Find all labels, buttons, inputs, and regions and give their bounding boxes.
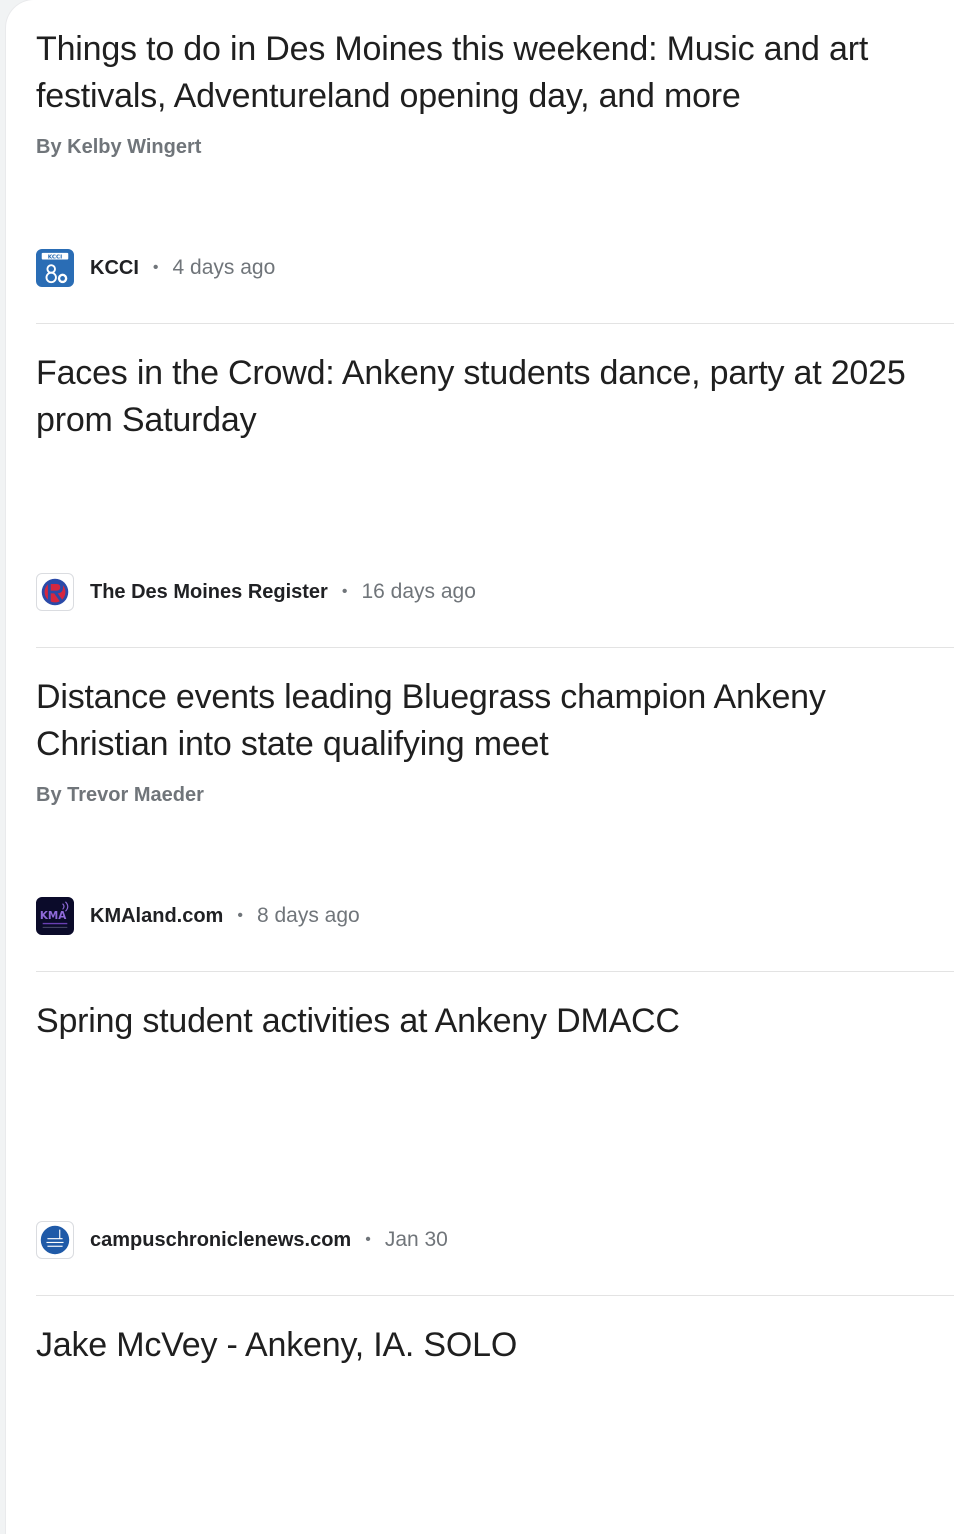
article-source[interactable]: campuschroniclenews.com	[90, 1229, 351, 1252]
favicon-text: KCCI	[48, 255, 63, 261]
article-source[interactable]: KCCI	[90, 257, 139, 280]
article-age: 4 days ago	[172, 256, 276, 279]
kcci-logo-icon: KCCI	[36, 249, 74, 287]
des-moines-register-logo-icon	[36, 573, 74, 611]
news-article[interactable]: Jake McVey - Ankeny, IA. SOLO	[36, 1322, 954, 1534]
news-article[interactable]: Things to do in Des Moines this weekend:…	[36, 26, 954, 324]
separator-dot: •	[152, 259, 159, 276]
separator-dot: •	[237, 907, 243, 924]
news-article[interactable]: Spring student activities at Ankeny DMAC…	[36, 998, 954, 1296]
article-source[interactable]: The Des Moines Register	[90, 581, 328, 604]
divider	[36, 971, 954, 972]
article-source[interactable]: KMAland.com	[90, 905, 223, 928]
article-headline[interactable]: Jake McVey - Ankeny, IA. SOLO	[36, 1322, 936, 1369]
kmaland-logo-icon: KMA	[36, 897, 74, 935]
article-headline[interactable]: Spring student activities at Ankeny DMAC…	[36, 998, 936, 1045]
article-headline[interactable]: Things to do in Des Moines this weekend:…	[36, 26, 936, 120]
separator-dot: •	[341, 583, 348, 600]
divider	[36, 323, 954, 324]
campus-chronicle-logo-icon	[36, 1221, 74, 1259]
separator-dot: •	[365, 1231, 371, 1248]
article-byline: By Trevor Maeder	[36, 784, 204, 806]
news-article[interactable]: Faces in the Crowd: Ankeny students danc…	[36, 350, 954, 648]
article-age: Jan 30	[384, 1228, 448, 1251]
article-age: 8 days ago	[256, 904, 360, 927]
article-age: 16 days ago	[361, 580, 476, 603]
news-article[interactable]: Distance events leading Bluegrass champi…	[36, 674, 954, 972]
article-headline[interactable]: Distance events leading Bluegrass champi…	[36, 674, 936, 768]
divider	[36, 647, 954, 648]
article-source-row: campuschroniclenews.com • Jan 30	[36, 1220, 448, 1260]
article-source-row: The Des Moines Register • 16 days ago	[36, 572, 476, 612]
divider	[36, 1295, 954, 1296]
article-source-row: KMA KMAland.com • 8 days ago	[36, 896, 360, 936]
favicon-text: KMA	[40, 910, 66, 922]
article-source-row: KCCI KCCI • 4 days ago	[36, 248, 275, 288]
article-headline[interactable]: Faces in the Crowd: Ankeny students danc…	[36, 350, 936, 444]
article-byline: By Kelby Wingert	[36, 136, 202, 158]
